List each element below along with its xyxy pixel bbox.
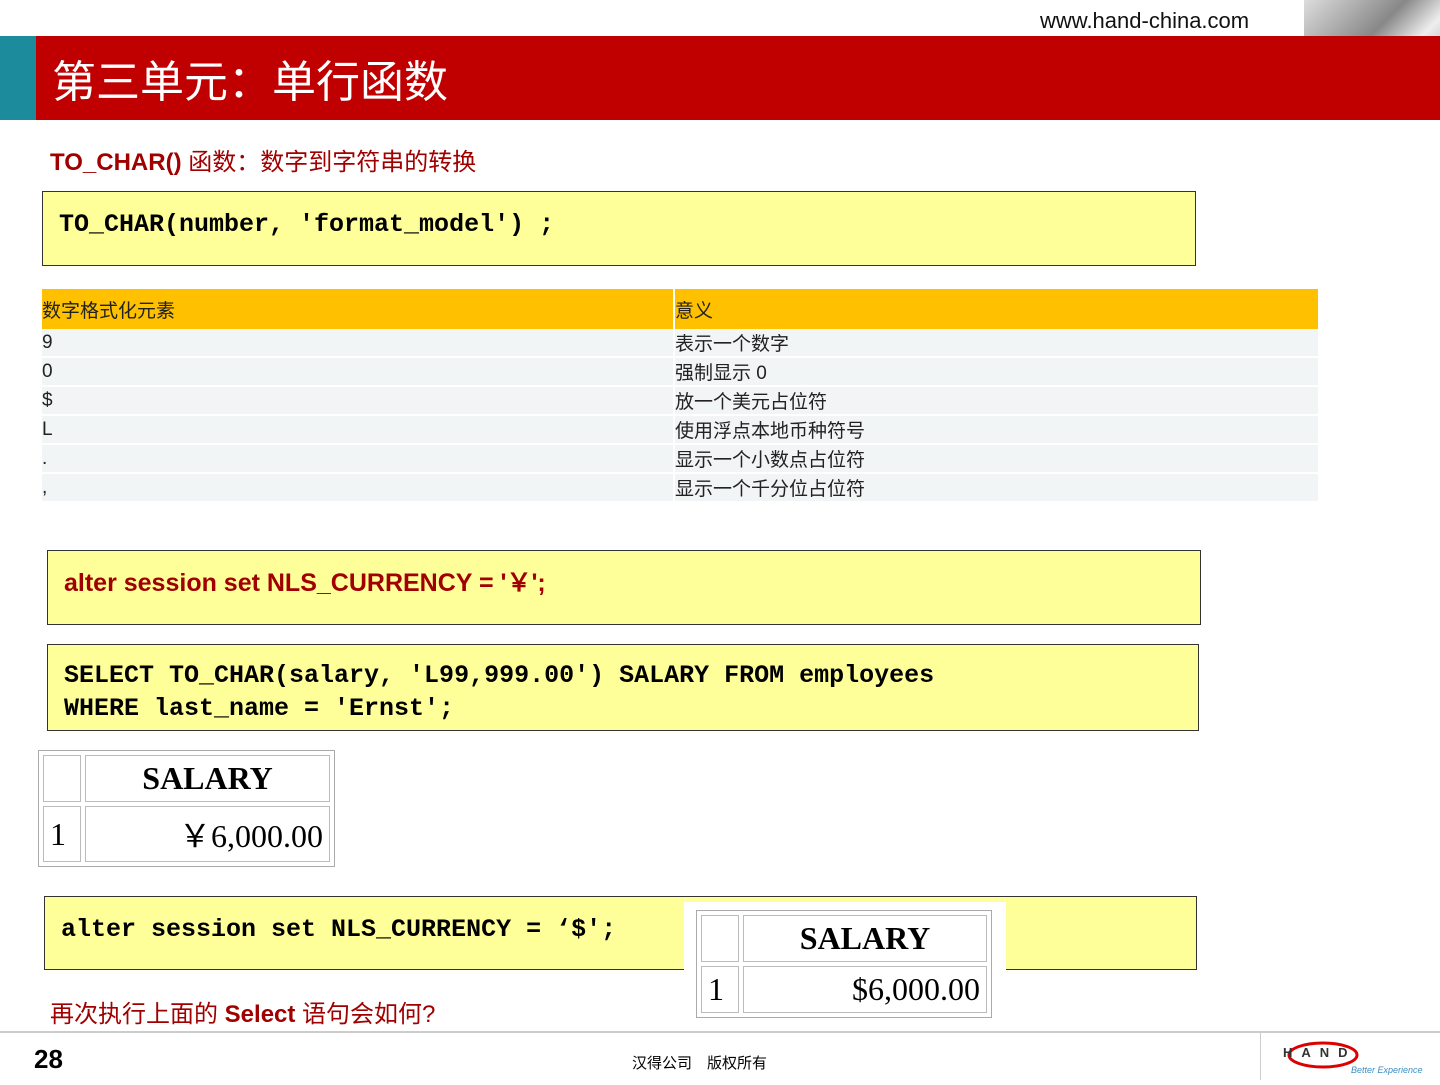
meaning-cell: 使用浮点本地币种符号 — [674, 415, 1320, 445]
column-header: 意义 — [674, 289, 1320, 329]
element-cell: 0 — [42, 357, 675, 387]
result-table-dollar: SALARY 1 $6,000.00 — [696, 910, 992, 1018]
hand-logo: HAND Better Experience — [1260, 1033, 1440, 1080]
table-row: 0 强制显示 0 — [42, 357, 1320, 387]
salary-header: SALARY — [85, 755, 330, 802]
corner-cell — [701, 915, 739, 962]
page-title: 第三单元：单行函数 — [52, 58, 448, 107]
logo-swoosh-icon: HAND Better Experience — [1283, 1041, 1423, 1075]
accent-bar — [0, 36, 36, 120]
footer-divider — [0, 1031, 1440, 1033]
alter-dollar-box: alter session set NLS_CURRENCY = ‘$'; — [44, 896, 1197, 970]
meaning-cell: 强制显示 0 — [674, 357, 1320, 387]
row-number: 1 — [43, 806, 81, 862]
result-table-yuan: SALARY 1 ￥6,000.00 — [38, 750, 335, 867]
element-cell: 9 — [42, 329, 675, 358]
element-cell: L — [42, 415, 675, 445]
question-keyword: Select — [224, 1001, 296, 1028]
section-subtitle: TO_CHAR() 函数：数字到字符串的转换 — [50, 142, 476, 177]
table-row: 9 表示一个数字 — [42, 329, 1320, 358]
result-panel: SALARY 1 $6,000.00 — [684, 902, 1006, 1030]
alter-currency-box: alter session set NLS_CURRENCY = '￥'; — [47, 550, 1201, 625]
select-box: SELECT TO_CHAR(salary, 'L99,999.00') SAL… — [47, 644, 1199, 731]
salary-header: SALARY — [743, 915, 987, 962]
meaning-cell: 放一个美元占位符 — [674, 386, 1320, 416]
element-cell: . — [42, 444, 675, 474]
select-line-1: SELECT TO_CHAR(salary, 'L99,999.00') SAL… — [64, 661, 935, 690]
svg-text:HAND: HAND — [1283, 1045, 1357, 1060]
element-cell: $ — [42, 386, 675, 416]
svg-text:Better Experience: Better Experience — [1351, 1065, 1423, 1075]
copyright: 汉得公司 版权所有 — [632, 1055, 768, 1072]
page-number: 28 — [34, 1044, 63, 1074]
function-name: TO_CHAR() — [50, 149, 182, 176]
table-row: L 使用浮点本地币种符号 — [42, 415, 1320, 445]
meaning-cell: 显示一个千分位占位符 — [674, 473, 1320, 503]
question-post: 语句会如何? — [295, 1001, 436, 1028]
select-line-2: WHERE last_name = 'Ernst'; — [64, 694, 455, 723]
syntax-code: TO_CHAR(number, 'format_model') ; — [59, 210, 555, 239]
table-row: , 显示一个千分位占位符 — [42, 473, 1320, 503]
salary-value: ￥6,000.00 — [85, 806, 330, 862]
subtitle-desc: 函数：数字到字符串的转换 — [181, 149, 477, 176]
element-cell: , — [42, 473, 675, 503]
table-row: . 显示一个小数点占位符 — [42, 444, 1320, 474]
alter-code: alter session set NLS_CURRENCY = '￥'; — [64, 569, 546, 597]
meaning-cell: 表示一个数字 — [674, 329, 1320, 358]
row-number: 1 — [701, 966, 739, 1013]
website-url: www.hand-china.com — [1040, 8, 1250, 33]
question-text: 再次执行上面的 Select 语句会如何? — [50, 994, 435, 1029]
alter-code: alter session set NLS_CURRENCY = ‘$'; — [61, 915, 617, 944]
syntax-box: TO_CHAR(number, 'format_model') ; — [42, 191, 1196, 266]
meaning-cell: 显示一个小数点占位符 — [674, 444, 1320, 474]
salary-value: $6,000.00 — [743, 966, 987, 1013]
question-pre: 再次执行上面的 — [50, 1001, 225, 1028]
table-row: $ 放一个美元占位符 — [42, 386, 1320, 416]
column-header: 数字格式化元素 — [42, 289, 675, 329]
format-table: 数字格式化元素 意义 9 表示一个数字 0 强制显示 0 $ 放一个美元占位符 L 使用浮点本地… — [42, 289, 1320, 503]
corner-cell — [43, 755, 81, 802]
